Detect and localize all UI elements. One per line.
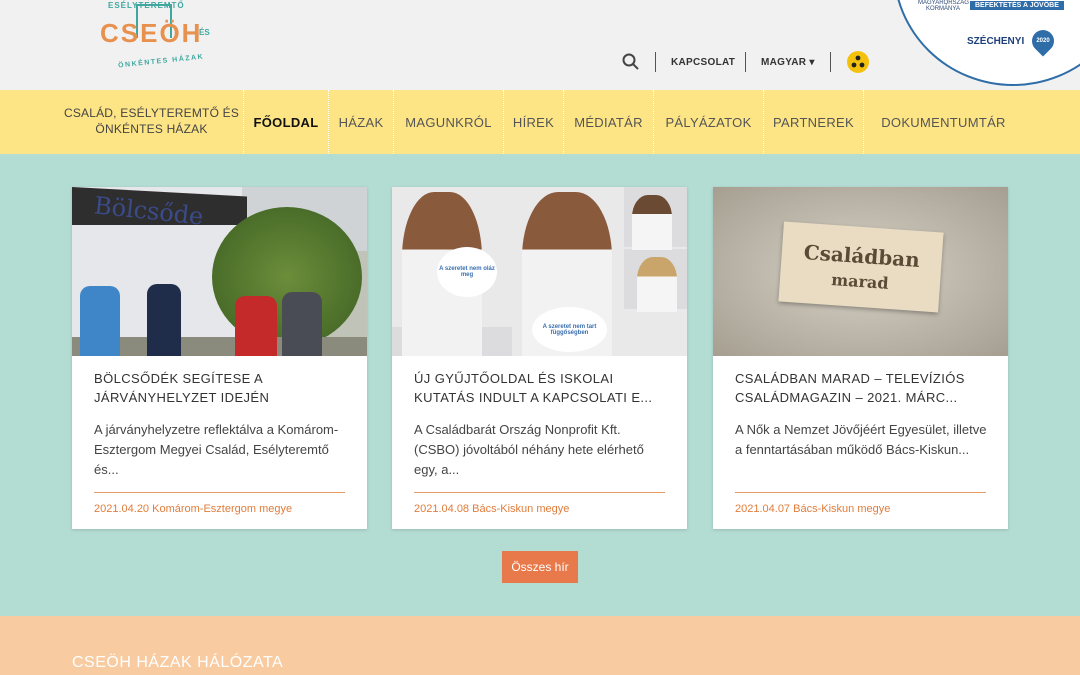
site-logo[interactable]: CSALÁD, ESÉLYTEREMTŐ CSEÖH ÉS ÖNKÉNTES H… [96, 0, 216, 80]
news-section: Bölcsőde BÖLCSŐDÉK SEGÍTESE A JÁRVÁNYHEL… [0, 154, 1080, 616]
news-title[interactable]: CSALÁDBAN MARAD – TELEVÍZIÓS CSALÁDMAGAZ… [735, 369, 990, 407]
szechenyi-year: 2020 [1036, 38, 1050, 44]
news-image[interactable]: Családban marad [713, 187, 1008, 356]
nav-item-dokumentumtar[interactable]: DOKUMENTUMTÁR [863, 90, 1023, 154]
news-region[interactable]: Bács-Kiskun megye [472, 503, 569, 515]
gov-text: MAGYARORSZÁG KORMÁNYA [918, 0, 969, 12]
gov-banner: BEFEKTETÉS A JÖVŐBE [970, 1, 1064, 10]
language-select[interactable]: MAGYAR ▾ [761, 50, 815, 74]
network-section: CSEÖH HÁZAK HÁLÓZATA [0, 616, 1080, 675]
logo-es: ÉS [199, 28, 210, 37]
site-header: CSALÁD, ESÉLYTEREMTŐ CSEÖH ÉS ÖNKÉNTES H… [0, 0, 1080, 90]
divider [414, 492, 665, 493]
divider [94, 492, 345, 493]
news-meta: 2021.04.07 Bács-Kiskun megye [735, 503, 890, 515]
nav-item-partnerek[interactable]: PARTNEREK [763, 90, 863, 154]
main-nav: CSALÁD, ESÉLYTEREMTŐ ÉS ÖNKÉNTES HÁZAK F… [0, 90, 1080, 154]
news-date: 2021.04.20 [94, 503, 150, 515]
image-heart-1: A szeretet nem oláz meg [437, 247, 497, 297]
divider [745, 52, 746, 72]
news-date: 2021.04.08 [414, 503, 470, 515]
news-card[interactable]: Bölcsőde BÖLCSŐDÉK SEGÍTESE A JÁRVÁNYHEL… [72, 187, 367, 529]
news-date: 2021.04.07 [735, 503, 791, 515]
news-region[interactable]: Bács-Kiskun megye [793, 503, 890, 515]
news-meta: 2021.04.08 Bács-Kiskun megye [414, 503, 569, 515]
news-title[interactable]: BÖLCSŐDÉK SEGÍTESE A JÁRVÁNYHELYZET IDEJ… [94, 369, 349, 407]
news-card[interactable]: A szeretet nem oláz meg A szeretet nem t… [392, 187, 687, 529]
logo-word: CSEÖH [100, 18, 203, 48]
szechenyi-pin-icon: 2020 [1027, 25, 1059, 57]
image-plate-line2: marad [830, 269, 890, 293]
logo-bottom-arc: ÖNKÉNTES HÁZAK [117, 53, 205, 70]
image-heart-2: A szeretet nem tart függőségben [532, 307, 607, 352]
news-image[interactable]: A szeretet nem oláz meg A szeretet nem t… [392, 187, 687, 356]
all-news-button[interactable]: Összes hír [502, 551, 578, 583]
nav-item-palyazatok[interactable]: PÁLYÁZATOK [653, 90, 763, 154]
nav-item-fooldal[interactable]: FŐOLDAL [243, 90, 328, 154]
news-region[interactable]: Komárom-Esztergom megye [152, 503, 292, 515]
news-title[interactable]: ÚJ GYŰJTŐOLDAL ÉS ISKOLAI KUTATÁS INDULT… [414, 369, 669, 407]
news-image[interactable]: Bölcsőde [72, 187, 367, 356]
news-excerpt: A Családbarát Ország Nonprofit Kft. (CSB… [414, 422, 644, 477]
news-meta: 2021.04.20 Komárom-Esztergom megye [94, 503, 292, 515]
nav-item-mediatar[interactable]: MÉDIATÁR [563, 90, 653, 154]
network-heading: CSEÖH HÁZAK HÁLÓZATA [72, 654, 284, 671]
szechenyi-label: SZÉCHENYI [967, 36, 1025, 47]
news-excerpt: A járványhelyzetre reflektálva a Komárom… [94, 422, 339, 477]
nav-item-hazak[interactable]: HÁZAK [328, 90, 393, 154]
accessibility-icon[interactable] [847, 51, 869, 73]
divider [735, 492, 986, 493]
divider [655, 52, 656, 72]
image-plate-line1: Családban [803, 239, 921, 272]
news-excerpt: A Nők a Nemzet Jövőjéért Egyesület, ille… [735, 422, 987, 457]
contact-link[interactable]: KAPCSOLAT [671, 50, 735, 74]
search-icon[interactable] [622, 50, 642, 74]
nav-item-hirek[interactable]: HÍREK [503, 90, 563, 154]
divider [830, 52, 831, 72]
image-plate: Családban marad [778, 221, 944, 313]
nav-brand[interactable]: CSALÁD, ESÉLYTEREMTŐ ÉS ÖNKÉNTES HÁZAK [60, 105, 243, 137]
news-card[interactable]: Családban marad CSALÁDBAN MARAD – TELEVÍ… [713, 187, 1008, 529]
nav-item-magunkrol[interactable]: MAGUNKRÓL [393, 90, 503, 154]
